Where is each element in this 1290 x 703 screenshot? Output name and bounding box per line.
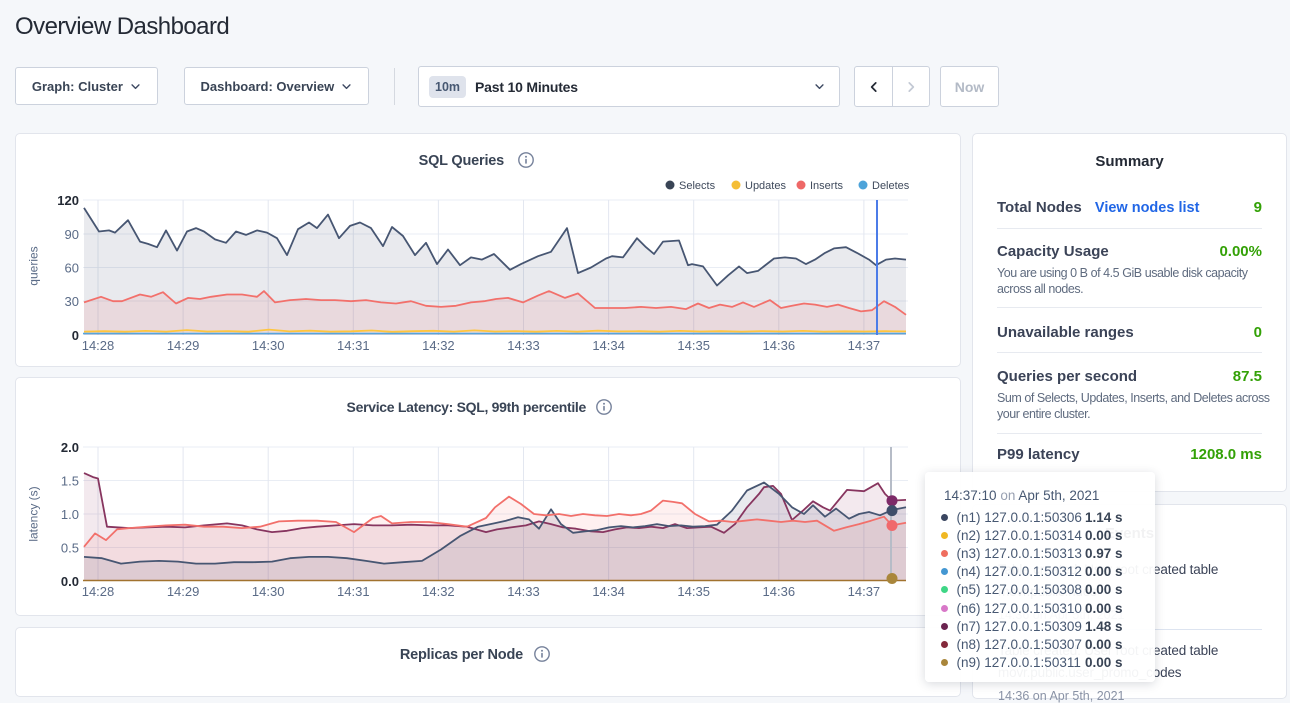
svg-text:14:37: 14:37 <box>848 338 881 353</box>
svg-text:14:28: 14:28 <box>82 584 115 599</box>
svg-text:14:34: 14:34 <box>592 584 625 599</box>
svg-text:14:30: 14:30 <box>252 338 285 353</box>
svg-text:14:31: 14:31 <box>337 584 370 599</box>
svg-text:Inserts: Inserts <box>810 180 844 192</box>
svg-text:14:36: 14:36 <box>763 338 796 353</box>
svg-text:SQL Queries: SQL Queries <box>419 153 505 169</box>
svg-text:14:34: 14:34 <box>592 338 625 353</box>
svg-text:1.5: 1.5 <box>61 474 79 489</box>
svg-text:0: 0 <box>72 328 79 343</box>
svg-text:14:33: 14:33 <box>507 338 540 353</box>
svg-text:14:36: 14:36 <box>763 584 796 599</box>
svg-text:queries: queries <box>27 246 41 285</box>
svg-text:0.0: 0.0 <box>61 574 79 589</box>
svg-text:Service Latency: SQL, 99th per: Service Latency: SQL, 99th percentile <box>347 399 587 415</box>
svg-text:14:31: 14:31 <box>337 338 370 353</box>
svg-text:1.0: 1.0 <box>61 507 79 522</box>
svg-text:14:28: 14:28 <box>82 338 115 353</box>
svg-text:Deletes: Deletes <box>872 180 910 192</box>
svg-text:60: 60 <box>65 261 79 276</box>
svg-text:14:35: 14:35 <box>677 338 710 353</box>
svg-text:120: 120 <box>57 193 79 208</box>
svg-text:14:32: 14:32 <box>422 584 455 599</box>
svg-text:14:32: 14:32 <box>422 338 455 353</box>
svg-text:14:29: 14:29 <box>167 584 200 599</box>
svg-text:90: 90 <box>65 227 79 242</box>
svg-text:Selects: Selects <box>679 180 716 192</box>
svg-text:14:29: 14:29 <box>167 338 200 353</box>
svg-text:latency (s): latency (s) <box>27 486 41 541</box>
svg-text:2.0: 2.0 <box>61 440 79 455</box>
svg-text:14:35: 14:35 <box>677 584 710 599</box>
svg-text:14:30: 14:30 <box>252 584 285 599</box>
svg-text:0.5: 0.5 <box>61 541 79 556</box>
svg-text:14:37: 14:37 <box>848 584 881 599</box>
svg-text:30: 30 <box>65 294 79 309</box>
svg-text:Updates: Updates <box>745 180 786 192</box>
svg-text:Replicas per Node: Replicas per Node <box>400 647 523 663</box>
svg-text:14:33: 14:33 <box>507 584 540 599</box>
